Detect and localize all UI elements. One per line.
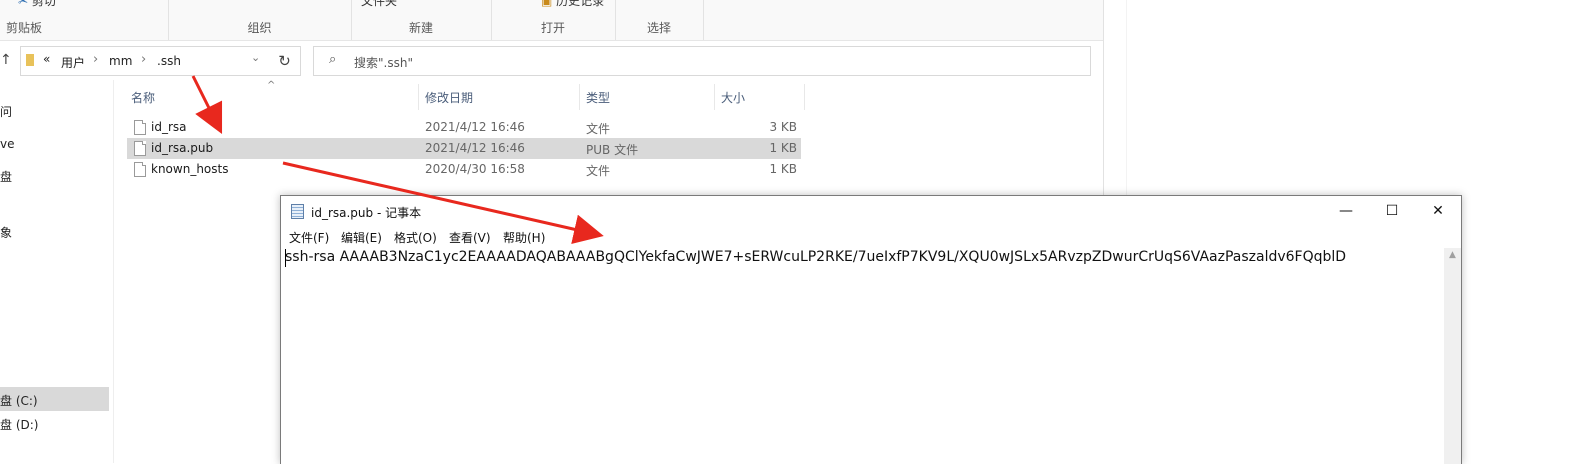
red-arrow-to-notepad [282, 161, 604, 244]
red-arrow-to-file [191, 75, 223, 135]
annotation-arrows [191, 75, 604, 244]
